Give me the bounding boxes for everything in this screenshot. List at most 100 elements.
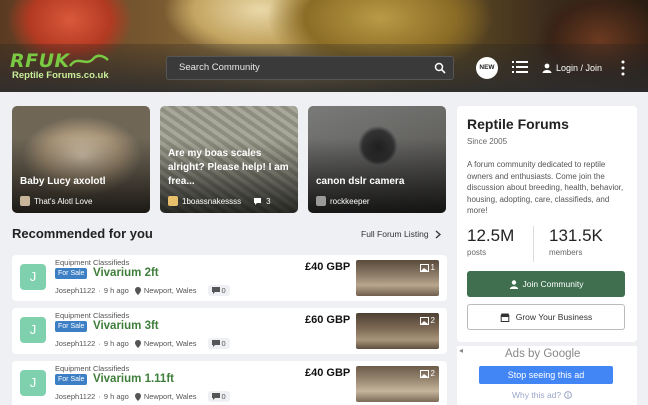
listing-time: 9 h ago xyxy=(103,339,129,348)
listing-author[interactable]: Joseph1122 xyxy=(55,286,95,295)
listing-meta: Joseph1122 · 9 h ago Newport, Wales 0 xyxy=(55,338,230,349)
grow-business-button[interactable]: Grow Your Business xyxy=(467,304,625,330)
search-placeholder: Search Community xyxy=(179,62,260,73)
search-input[interactable]: Search Community xyxy=(166,56,454,80)
meta-separator: · xyxy=(98,339,101,348)
listing-row[interactable]: J Equipment Classifieds For Sale Vivariu… xyxy=(12,361,447,405)
avatar: J xyxy=(20,370,46,396)
listing-author[interactable]: Joseph1122 xyxy=(55,339,95,348)
featured-card[interactable]: canon dslr camera rockkeeper xyxy=(308,106,446,213)
featured-card[interactable]: Baby Lucy axolotl That's Alotl Love xyxy=(12,106,150,213)
card-meta: 1boassnakessss 3 xyxy=(168,196,290,206)
meta-separator: · xyxy=(98,392,101,401)
user-icon xyxy=(542,63,552,73)
site-header: RFUK Reptile Forums.co.uk Search Communi… xyxy=(0,0,648,92)
site-logo[interactable]: RFUK Reptile Forums.co.uk xyxy=(10,50,110,86)
comment-count-value: 0 xyxy=(221,339,226,348)
card-meta: That's Alotl Love xyxy=(20,196,142,206)
listing-category[interactable]: Equipment Classifieds xyxy=(55,311,129,320)
store-icon xyxy=(500,313,510,322)
status-badge: For Sale xyxy=(55,321,88,332)
listing-title[interactable]: Vivarium 2ft xyxy=(93,267,159,279)
card-title: canon dslr camera xyxy=(316,176,405,187)
listing-time: 9 h ago xyxy=(103,286,129,295)
listing-thumbnail[interactable]: 1 xyxy=(356,260,439,296)
listing-location: Newport, Wales xyxy=(143,286,197,295)
comment-count-value: 0 xyxy=(221,286,226,295)
avatar xyxy=(168,196,178,206)
forum-list-icon[interactable] xyxy=(512,60,528,74)
community-since: Since 2005 xyxy=(467,137,508,146)
photo-count: 1 xyxy=(419,263,435,272)
listing-title[interactable]: Vivarium 1.11ft xyxy=(93,373,174,385)
card-replies: 3 xyxy=(266,196,271,206)
listing-row[interactable]: J Equipment Classifieds For Sale Vivariu… xyxy=(12,308,447,354)
main-content: Baby Lucy axolotl That's Alotl Love Are … xyxy=(0,92,648,405)
chevron-right-icon xyxy=(435,230,441,238)
info-icon xyxy=(564,391,573,399)
photo-count: 2 xyxy=(419,316,435,325)
listing-location: Newport, Wales xyxy=(143,339,197,348)
listing-price: £60 GBP xyxy=(305,314,351,326)
featured-card[interactable]: Are my boas scales alright? Please help!… xyxy=(160,106,298,213)
login-join-button[interactable]: Login / Join xyxy=(542,62,602,74)
listing-meta: Joseph1122 · 9 h ago Newport, Wales 0 xyxy=(55,391,230,402)
search-icon[interactable] xyxy=(434,62,446,74)
photo-count-value: 1 xyxy=(430,263,435,272)
status-badge: For Sale xyxy=(55,268,88,279)
card-author: 1boassnakessss xyxy=(182,196,242,206)
card-title: Are my boas scales alright? Please help!… xyxy=(168,148,289,187)
back-arrow-icon[interactable]: ◂ xyxy=(459,346,463,355)
comment-icon xyxy=(211,287,220,294)
avatar xyxy=(20,196,30,206)
comment-count: 0 xyxy=(207,391,230,402)
comment-icon xyxy=(211,340,220,347)
listing-location: Newport, Wales xyxy=(143,392,197,401)
listing-title[interactable]: Vivarium 3ft xyxy=(93,320,159,332)
comment-icon xyxy=(211,393,220,400)
location-pin-icon xyxy=(134,392,141,401)
community-title: Reptile Forums xyxy=(467,116,569,132)
logo-subtext: Reptile Forums.co.uk xyxy=(12,70,109,81)
members-stat: 131.5K members xyxy=(549,226,603,257)
more-menu-icon[interactable] xyxy=(620,60,626,76)
comment-count: 0 xyxy=(207,338,230,349)
snake-logo-icon xyxy=(68,54,109,67)
card-meta: rockkeeper xyxy=(316,196,438,206)
full-forum-listing-link[interactable]: Full Forum Listing xyxy=(361,229,441,239)
avatar: J xyxy=(20,264,46,290)
listing-row[interactable]: J Equipment Classifieds For Sale Vivariu… xyxy=(12,255,447,301)
listing-thumbnail[interactable]: 2 xyxy=(356,313,439,349)
community-sidebar: Reptile Forums Since 2005 A forum commun… xyxy=(457,106,637,342)
image-icon xyxy=(419,369,429,378)
listing-meta: Joseph1122 · 9 h ago Newport, Wales 0 xyxy=(55,285,230,296)
login-label: Login / Join xyxy=(556,63,603,73)
members-label: members xyxy=(549,248,583,257)
photo-count: 2 xyxy=(419,369,435,378)
user-icon xyxy=(509,279,518,289)
grow-label: Grow Your Business xyxy=(515,312,593,322)
why-this-ad-link[interactable]: Why this ad? xyxy=(512,390,573,400)
photo-count-value: 2 xyxy=(430,369,435,378)
card-title: Baby Lucy axolotl xyxy=(20,176,106,187)
comment-count-value: 0 xyxy=(221,392,226,401)
card-author: That's Alotl Love xyxy=(34,196,93,206)
join-community-button[interactable]: Join Community xyxy=(467,271,625,297)
meta-separator: · xyxy=(98,286,101,295)
comment-count: 0 xyxy=(207,285,230,296)
community-description: A forum community dedicated to reptile o… xyxy=(467,160,624,215)
stop-seeing-ad-button[interactable]: Stop seeing this ad xyxy=(479,366,613,384)
reply-icon xyxy=(254,198,262,205)
listing-thumbnail[interactable]: 2 xyxy=(356,366,439,402)
listing-author[interactable]: Joseph1122 xyxy=(55,392,95,401)
ad-panel: ◂ Ads by Google Stop seeing this ad Why … xyxy=(457,346,637,405)
image-icon xyxy=(419,263,429,272)
status-badge: For Sale xyxy=(55,374,88,385)
listing-category[interactable]: Equipment Classifieds xyxy=(55,364,129,373)
logo-text: RFUK xyxy=(10,50,70,72)
new-posts-button[interactable]: NEW xyxy=(476,57,498,79)
listing-category[interactable]: Equipment Classifieds xyxy=(55,258,129,267)
full-link-label: Full Forum Listing xyxy=(361,229,429,239)
photo-count-value: 2 xyxy=(430,316,435,325)
avatar xyxy=(316,196,326,206)
